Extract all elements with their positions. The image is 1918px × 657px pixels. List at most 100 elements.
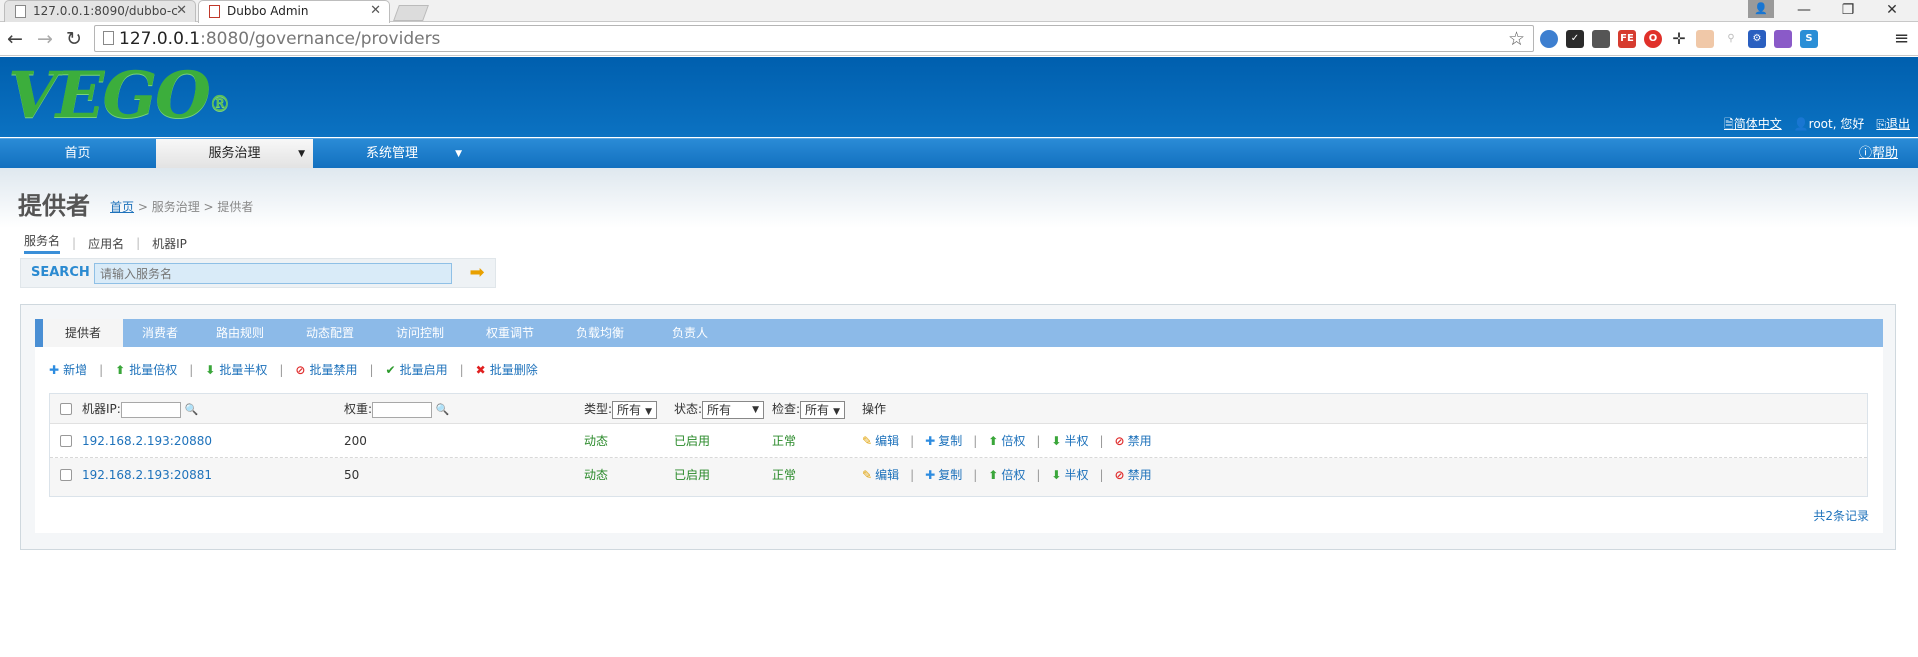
check-value: 正常 <box>772 468 797 482</box>
language-link[interactable]: 🗎简体中文 <box>1724 115 1782 136</box>
status-filter-select[interactable]: 所有 ▼ <box>702 400 765 419</box>
tab-providers[interactable]: 提供者 <box>43 319 123 347</box>
copy-button[interactable]: ✚ 复制 <box>925 458 962 492</box>
close-window-icon[interactable]: ✕ <box>1872 0 1912 20</box>
arrow-up-icon: ⬆ <box>115 362 126 377</box>
header-type: 类型: 所有 ▼ <box>584 394 657 424</box>
forward-icon[interactable]: → <box>34 27 56 51</box>
service-tabs: 提供者 消费者 路由规则 动态配置 访问控制 权重调节 负载均衡 负责人 <box>35 319 1883 347</box>
content-inner: 提供者 消费者 路由规则 动态配置 访问控制 权重调节 负载均衡 负责人 ✚ 新增… <box>35 319 1883 533</box>
main-menu: 首页 服务治理 ▼ 系统管理 ▼ ⓘ帮助 <box>0 138 1918 169</box>
weight-value: 200 <box>344 434 367 448</box>
weight-value: 50 <box>344 468 360 482</box>
table-row: 192.168.2.193:20881 50 动态 已启用 正常 ✎ 编辑 | ✚ 复… <box>50 458 1867 496</box>
tab-owners[interactable]: 负责人 <box>645 319 735 347</box>
table-row: 192.168.2.193:20880 200 动态 已启用 正常 ✎ 编辑 | ✚… <box>50 424 1867 458</box>
menu-icon[interactable]: ≡ <box>1894 28 1909 49</box>
crosshair-extension-icon[interactable]: ✛ <box>1670 30 1688 48</box>
header-ip: 机器IP: 🔍 <box>82 401 199 418</box>
plus-icon: ✚ <box>49 362 60 377</box>
status-value: 已启用 <box>674 434 711 448</box>
arrow-down-icon: ⬇ <box>205 362 216 377</box>
profile-icon[interactable]: 👤 <box>1748 0 1774 18</box>
batch-double-button[interactable]: ⬆ 批量倍权 <box>115 361 177 378</box>
provider-address-link[interactable]: 192.168.2.193:20880 <box>82 424 212 458</box>
tab-access[interactable]: 访问控制 <box>375 319 465 347</box>
edit-button[interactable]: ✎ 编辑 <box>862 424 899 458</box>
globe-extension-icon[interactable] <box>1540 30 1558 48</box>
type-filter-select[interactable]: 所有 ▼ <box>612 400 657 419</box>
reload-icon[interactable]: ↻ <box>63 27 85 51</box>
ip-filter-input[interactable] <box>120 401 181 418</box>
menu-item-service-governance[interactable]: 服务治理 ▼ <box>156 139 313 169</box>
bookmark-star-icon[interactable]: ☆ <box>1508 28 1525 50</box>
batch-disable-button[interactable]: ⊘ 批量禁用 <box>295 361 357 378</box>
select-all-checkbox[interactable] <box>60 403 72 415</box>
check-icon: ✔ <box>385 362 396 377</box>
arrow-up-icon: ⬆ <box>988 434 999 448</box>
minimize-icon[interactable]: — <box>1784 0 1824 20</box>
tab-routes[interactable]: 路由规则 <box>195 319 285 347</box>
batch-enable-button[interactable]: ✔ 批量启用 <box>386 361 448 378</box>
back-icon[interactable]: ← <box>4 27 26 51</box>
tab-consumers[interactable]: 消费者 <box>125 319 195 347</box>
delete-icon: ✖ <box>475 362 486 377</box>
menu-item-system-management[interactable]: 系统管理 ▼ <box>314 139 470 169</box>
search-type-tabs: 服务名 | 应用名 | 机器IP <box>24 232 187 254</box>
close-icon[interactable]: ✕ <box>370 1 381 21</box>
feather-extension-icon[interactable] <box>1774 30 1792 48</box>
extensions: ✓ FE O ✛ ⚲ ⚙ S <box>1540 30 1818 50</box>
disable-button[interactable]: ⊘ 禁用 <box>1115 424 1152 458</box>
search-input[interactable] <box>94 263 452 284</box>
address-bar[interactable]: 127.0.0.1:8080/governance/providers ☆ <box>94 25 1534 52</box>
tree-extension-icon[interactable]: ⚲ <box>1722 30 1740 48</box>
menu-item-home[interactable]: 首页 <box>0 139 155 169</box>
copy-button[interactable]: ✚ 复制 <box>925 424 962 458</box>
search-tab-ip[interactable]: 机器IP <box>152 235 187 252</box>
search-tab-application[interactable]: 应用名 <box>88 235 124 252</box>
batch-delete-button[interactable]: ✖ 批量删除 <box>476 361 538 378</box>
new-tab-button[interactable] <box>393 5 429 21</box>
check-filter-select[interactable]: 所有 ▼ <box>800 400 845 419</box>
check-extension-icon[interactable]: ✓ <box>1566 30 1584 48</box>
disable-button[interactable]: ⊘ 禁用 <box>1115 458 1152 492</box>
browser-tab-2[interactable]: Dubbo Admin ✕ <box>198 0 390 23</box>
gear-extension-icon[interactable]: ⚙ <box>1748 30 1766 48</box>
add-button[interactable]: ✚ 新增 <box>49 361 87 378</box>
vego-logo: VEGO® <box>8 58 231 133</box>
content-panel: 提供者 消费者 路由规则 动态配置 访问控制 权重调节 负载均衡 负责人 ✚ 新增… <box>20 304 1896 550</box>
search-icon[interactable]: 🔍 <box>436 403 450 416</box>
notes-extension-icon[interactable] <box>1696 30 1714 48</box>
double-button[interactable]: ⬆ 倍权 <box>988 424 1025 458</box>
fe-extension-icon[interactable]: FE <box>1618 30 1636 48</box>
s-extension-icon[interactable]: S <box>1800 30 1818 48</box>
evernote-extension-icon[interactable] <box>1592 30 1610 48</box>
restore-icon[interactable]: ❐ <box>1828 0 1868 20</box>
search-icon[interactable]: 🔍 <box>185 403 199 416</box>
ban-icon: ⊘ <box>1114 468 1125 482</box>
half-button[interactable]: ⬇ 半权 <box>1051 458 1088 492</box>
row-checkbox[interactable] <box>60 469 72 481</box>
logout-link[interactable]: ⎘退出 <box>1876 115 1910 136</box>
tab-weights[interactable]: 权重调节 <box>465 319 555 347</box>
double-button[interactable]: ⬆ 倍权 <box>988 458 1025 492</box>
plus-icon: ✚ <box>925 434 936 448</box>
weight-filter-input[interactable] <box>372 401 433 418</box>
tab-loadbalance[interactable]: 负载均衡 <box>555 319 645 347</box>
half-button[interactable]: ⬇ 半权 <box>1051 424 1088 458</box>
edit-button[interactable]: ✎ 编辑 <box>862 458 899 492</box>
arrow-right-icon[interactable]: ➡ <box>465 263 489 283</box>
search-tab-service[interactable]: 服务名 <box>24 232 61 254</box>
close-icon[interactable]: ✕ <box>176 1 187 21</box>
browser-tab-title: 127.0.0.1:8090/dubbo-c <box>33 4 178 18</box>
browser-tab-1[interactable]: 127.0.0.1:8090/dubbo-c ✕ <box>4 0 196 22</box>
batch-half-button[interactable]: ⬇ 批量半权 <box>205 361 267 378</box>
help-link[interactable]: ⓘ帮助 <box>1859 139 1898 169</box>
breadcrumb-home[interactable]: 首页 <box>110 200 134 214</box>
opera-extension-icon[interactable]: O <box>1644 30 1662 48</box>
tab-overrides[interactable]: 动态配置 <box>285 319 375 347</box>
arrow-down-icon: ⬇ <box>1051 434 1062 448</box>
provider-address-link[interactable]: 192.168.2.193:20881 <box>82 458 212 492</box>
row-checkbox[interactable] <box>60 435 72 447</box>
pencil-icon: ✎ <box>862 434 873 448</box>
